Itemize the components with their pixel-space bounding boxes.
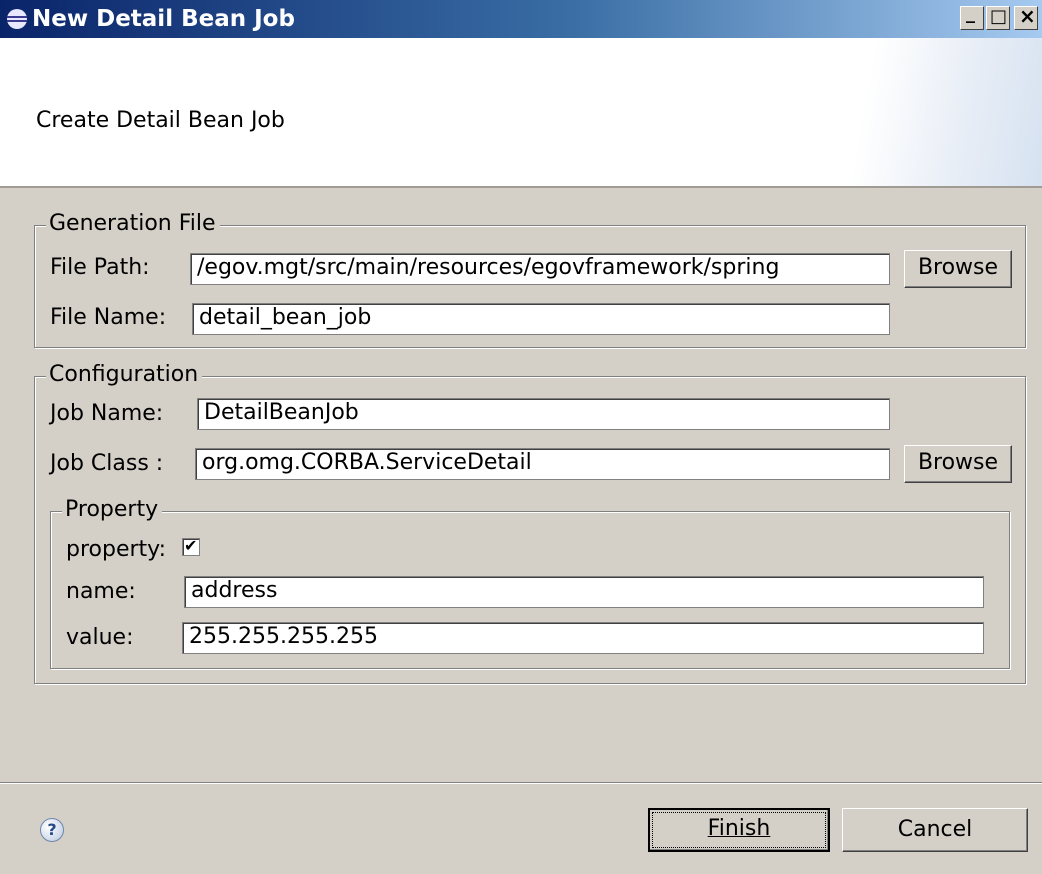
property-label: property: [66, 537, 166, 562]
minimize-button[interactable]: _ [960, 3, 984, 30]
file-path-label: File Path: [50, 255, 150, 280]
file-path-input[interactable]: /egov.mgt/src/main/resources/egovframewo… [190, 253, 890, 285]
wizard-header: Create Detail Bean Job [0, 38, 1042, 188]
property-name-label: name: [66, 579, 136, 604]
footer-separator [0, 782, 1042, 784]
configuration-legend: Configuration [46, 363, 203, 387]
maximize-button[interactable]: □ [986, 6, 1010, 30]
job-name-label: Job Name: [50, 401, 164, 426]
property-legend: Property [62, 498, 163, 522]
window-title: New Detail Bean Job [32, 6, 295, 32]
header-description: Create Detail Bean Job [36, 108, 285, 133]
file-path-browse-button[interactable]: Browse [904, 250, 1012, 288]
close-icon: × [1019, 4, 1036, 28]
help-icon[interactable]: ? [40, 818, 64, 842]
property-checkbox[interactable]: ✔ [182, 536, 200, 556]
file-name-input[interactable]: detail_bean_job [192, 303, 890, 335]
maximize-icon: □ [990, 6, 1008, 27]
minimize-icon: _ [966, 3, 975, 24]
property-name-input[interactable]: address [184, 576, 984, 608]
finish-label: Finish [707, 816, 771, 841]
close-button[interactable]: × [1014, 4, 1038, 30]
job-class-input[interactable]: org.omg.CORBA.ServiceDetail [195, 448, 890, 480]
finish-button[interactable]: Finish [648, 808, 830, 852]
title-bar: New Detail Bean Job _ □ × [0, 0, 1042, 38]
property-value-label: value: [66, 625, 134, 650]
property-value-input[interactable]: 255.255.255.255 [182, 622, 984, 654]
generation-file-legend: Generation File [46, 212, 220, 236]
eclipse-logo-icon [7, 9, 27, 29]
job-class-browse-button[interactable]: Browse [904, 445, 1012, 483]
job-name-input[interactable]: DetailBeanJob [197, 398, 890, 430]
checkmark-icon: ✔ [184, 536, 198, 555]
file-name-label: File Name: [50, 305, 167, 330]
job-class-label: Job Class : [50, 451, 164, 476]
cancel-button[interactable]: Cancel [842, 808, 1028, 852]
